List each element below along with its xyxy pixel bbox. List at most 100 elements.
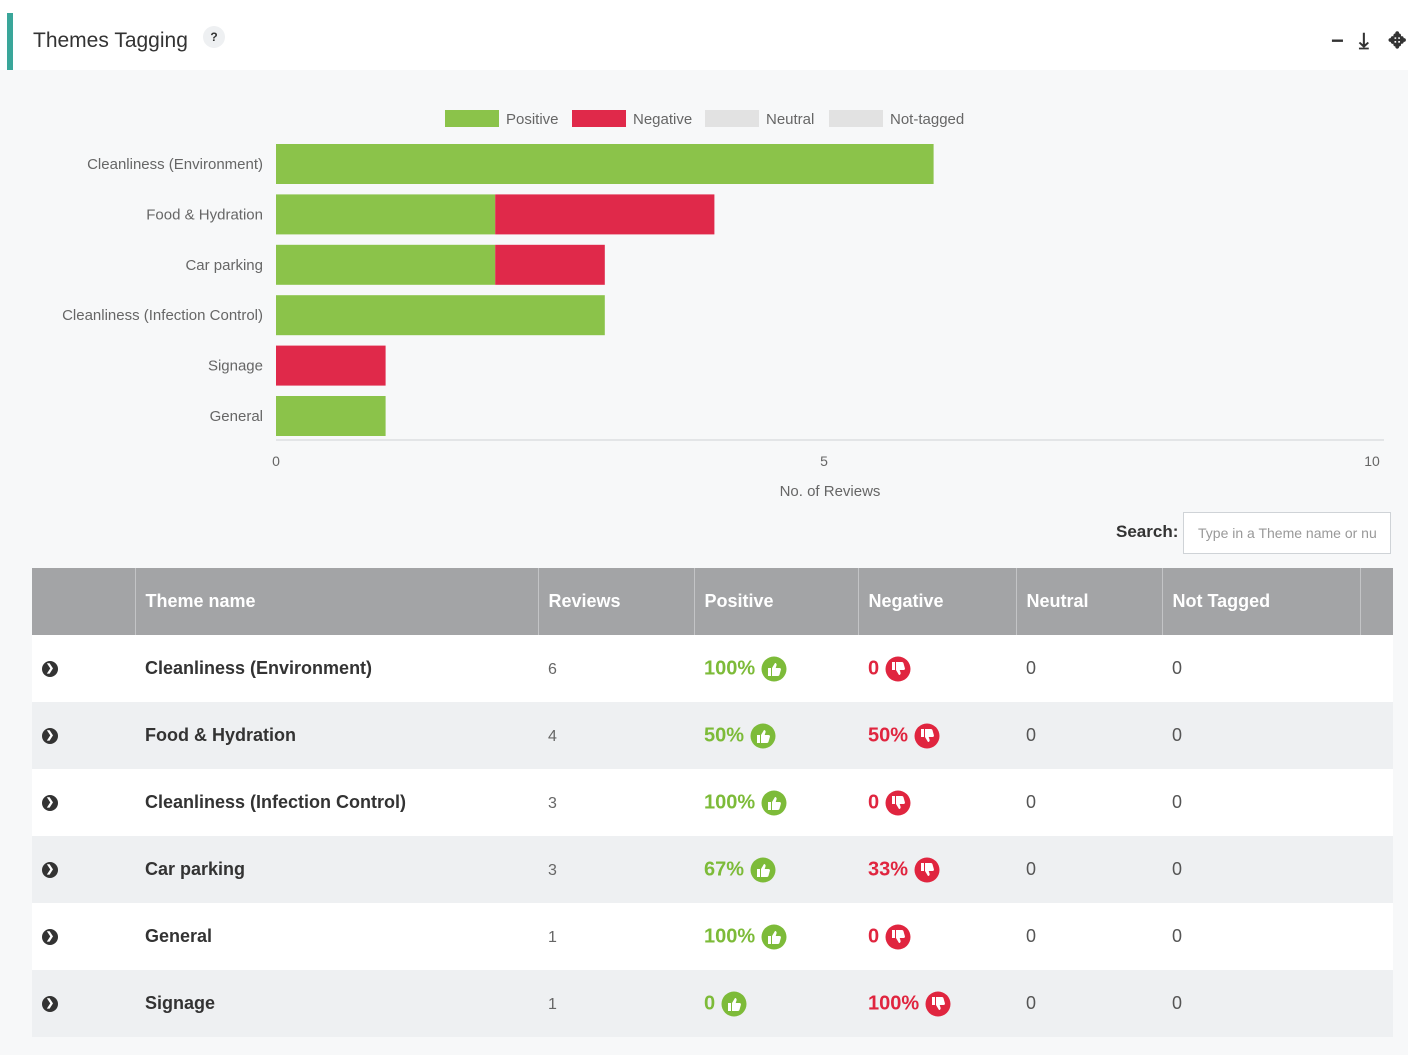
- col-header-positive[interactable]: Positive: [694, 568, 859, 635]
- neutral-value: 0: [1026, 725, 1037, 745]
- expand-cell: ❯: [32, 970, 135, 1037]
- not-tagged-value: 0: [1172, 658, 1183, 678]
- search-label: Search:: [1116, 522, 1179, 541]
- table-footer-strip: [32, 1037, 1393, 1055]
- extra-cell: [1360, 836, 1393, 903]
- category-label: Cleanliness (Environment): [87, 156, 263, 173]
- download-icon[interactable]: ⤓: [1359, 30, 1369, 52]
- reviews-count: 1: [548, 996, 557, 1013]
- theme-name-cell: General: [135, 903, 538, 970]
- reviews-cell: 1: [538, 970, 694, 1037]
- expand-cell: ❯: [32, 836, 135, 903]
- x-tick-label: 10: [1364, 453, 1380, 469]
- thumbs-down-icon: [885, 924, 911, 950]
- legend-swatch: [445, 110, 499, 127]
- negative-value: 50%: [868, 724, 909, 746]
- expand-row-icon[interactable]: ❯: [42, 795, 58, 812]
- legend-label: Not-tagged: [890, 111, 964, 128]
- not-tagged-value: 0: [1172, 725, 1183, 745]
- theme-name: General: [145, 926, 213, 946]
- expand-cell: ❯: [32, 702, 135, 769]
- table-row[interactable]: ❯ Signage 1 0 100% 0 0: [32, 970, 1393, 1037]
- bar-segment: [276, 194, 496, 235]
- bar-segment: [495, 194, 715, 235]
- expand-row-icon[interactable]: ❯: [42, 661, 58, 678]
- search-input[interactable]: [1183, 512, 1391, 554]
- reviews-count: 3: [548, 795, 557, 812]
- neutral-value: 0: [1026, 926, 1037, 946]
- col-header-neutral[interactable]: Neutral: [1016, 568, 1163, 635]
- extra-cell: [1360, 769, 1393, 836]
- reviews-count: 1: [548, 929, 557, 946]
- accent-bar: [7, 13, 13, 70]
- col-header-negative[interactable]: Negative: [858, 568, 1017, 635]
- help-icon[interactable]: ?: [203, 26, 225, 48]
- thumbs-down-icon: [885, 656, 911, 682]
- legend-label: Negative: [633, 111, 692, 128]
- expand-row-icon[interactable]: ❯: [42, 862, 58, 879]
- legend-swatch: [705, 110, 759, 127]
- reviews-count: 4: [548, 728, 557, 745]
- reviews-count: 6: [548, 661, 557, 678]
- thumbs-down-icon: [925, 991, 951, 1017]
- positive-cell: 100%: [694, 769, 858, 836]
- table-row[interactable]: ❯ Car parking 3 67% 33% 0 0: [32, 836, 1393, 903]
- reviews-cell: 1: [538, 903, 694, 970]
- category-label: Signage: [208, 358, 263, 375]
- reviews-count: 3: [548, 862, 557, 879]
- table-header-row: Theme name Reviews Positive Negative Neu…: [32, 568, 1393, 635]
- positive-value: 100%: [704, 657, 756, 679]
- table-row[interactable]: ❯ Cleanliness (Environment) 6 100% 0 0 0: [32, 635, 1393, 702]
- themes-table: Theme name Reviews Positive Negative Neu…: [32, 568, 1393, 1037]
- reviews-cell: 6: [538, 635, 694, 702]
- bar-segment: [276, 345, 386, 386]
- neutral-value: 0: [1026, 993, 1037, 1013]
- extra-cell: [1360, 903, 1393, 970]
- col-header-reviews[interactable]: Reviews: [538, 568, 695, 635]
- not-tagged-cell: 0: [1162, 635, 1360, 702]
- thumbs-up-icon: [721, 991, 747, 1017]
- table-row[interactable]: ❯ Cleanliness (Infection Control) 3 100% 0 0 0: [32, 769, 1393, 836]
- expand-row-icon[interactable]: ❯: [42, 728, 58, 745]
- negative-cell: 0: [858, 903, 1016, 970]
- positive-value: 100%: [704, 925, 756, 947]
- move-icon[interactable]: ✥: [1388, 30, 1406, 52]
- themes-bar-chart: Positive Negative Neutral Not-tagged Cleanli…: [62, 110, 1384, 500]
- theme-name: Car parking: [145, 859, 246, 879]
- expand-cell: ❯: [32, 769, 135, 836]
- neutral-cell: 0: [1016, 836, 1162, 903]
- thumbs-up-icon: [761, 656, 787, 682]
- theme-name-cell: Signage: [135, 970, 538, 1037]
- theme-name-cell: Car parking: [135, 836, 538, 903]
- theme-name-cell: Cleanliness (Environment): [135, 635, 538, 702]
- table-row[interactable]: ❯ Food & Hydration 4 50% 50% 0 0: [32, 702, 1393, 769]
- legend-label: Neutral: [766, 111, 814, 128]
- positive-value: 100%: [704, 791, 756, 813]
- negative-value: 0: [868, 925, 880, 947]
- not-tagged-value: 0: [1172, 993, 1183, 1013]
- category-label: Food & Hydration: [146, 206, 263, 223]
- positive-value: 67%: [704, 858, 745, 880]
- legend-label: Positive: [506, 111, 559, 128]
- neutral-value: 0: [1026, 792, 1037, 812]
- col-header-not-tagged[interactable]: Not Tagged: [1162, 568, 1361, 635]
- minimize-icon[interactable]: −: [1331, 30, 1344, 52]
- expand-row-icon[interactable]: ❯: [42, 996, 58, 1013]
- negative-value: 0: [868, 657, 880, 679]
- table-row[interactable]: ❯ General 1 100% 0 0 0: [32, 903, 1393, 970]
- thumbs-down-icon: [914, 857, 940, 883]
- legend-swatch: [829, 110, 883, 127]
- expand-row-icon[interactable]: ❯: [42, 929, 58, 946]
- not-tagged-cell: 0: [1162, 903, 1360, 970]
- bar-segment: [495, 244, 605, 285]
- category-label: Cleanliness (Infection Control): [62, 307, 263, 324]
- col-header-theme-name[interactable]: Theme name: [135, 568, 539, 635]
- x-tick-label: 0: [272, 453, 280, 469]
- neutral-value: 0: [1026, 658, 1037, 678]
- neutral-value: 0: [1026, 859, 1037, 879]
- reviews-cell: 3: [538, 769, 694, 836]
- positive-cell: 50%: [694, 702, 858, 769]
- expand-cell: ❯: [32, 635, 135, 702]
- thumbs-up-icon: [761, 924, 787, 950]
- legend-swatch: [572, 110, 626, 127]
